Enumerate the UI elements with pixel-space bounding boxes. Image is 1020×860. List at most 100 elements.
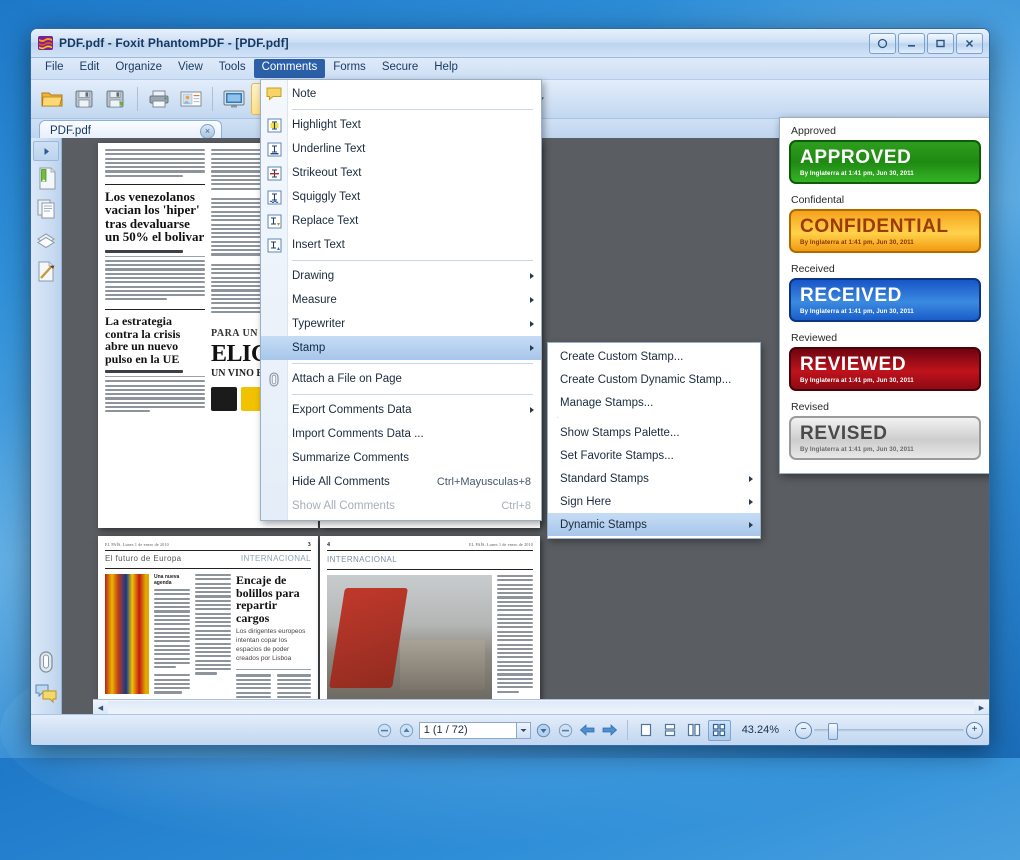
submenu-item-label: Standard Stamps <box>560 472 649 485</box>
menu-item-attach-file[interactable]: Attach a File on Page <box>261 367 541 391</box>
minimize-button[interactable] <box>898 32 925 54</box>
zoom-slider[interactable]: · − + <box>788 721 983 740</box>
last-page-icon[interactable] <box>556 721 575 740</box>
menu-item-stamp[interactable]: Stamp <box>261 336 541 360</box>
dynamic-stamp-approved[interactable]: Approved APPROVED By Inglaterra at 1:41 … <box>780 122 989 191</box>
page-dropdown-icon[interactable] <box>515 722 530 738</box>
subhead-nueva-agenda: Una nueva agenda <box>154 574 180 586</box>
stamp-preview[interactable]: RECEIVED By Inglaterra at 1:41 pm, Jun 3… <box>789 278 981 322</box>
zoom-dot-icon: · <box>788 725 791 735</box>
menu-item-squiggly-text[interactable]: Squiggly Text <box>261 185 541 209</box>
menu-item-label: Typewriter <box>292 318 346 330</box>
sidebar-item-layers[interactable] <box>33 226 59 254</box>
first-page-icon[interactable] <box>375 721 394 740</box>
sidebar-item-attachments[interactable] <box>33 648 59 676</box>
menu-comments[interactable]: Comments <box>253 59 326 78</box>
submenu-item-sign-here[interactable]: Sign Here <box>548 490 760 513</box>
submenu-item-set-favorite-stamps[interactable]: Set Favorite Stamps... <box>548 444 760 467</box>
statusbar-separator <box>626 720 628 740</box>
maximize-button[interactable] <box>927 32 954 54</box>
email-icon[interactable] <box>176 84 206 114</box>
menu-item-highlight-text[interactable]: Highlight Text <box>261 113 541 137</box>
menu-item-summarize-comments[interactable]: Summarize Comments <box>261 446 541 470</box>
save-as-icon[interactable] <box>101 84 131 114</box>
menu-item-export-comments-data[interactable]: Export Comments Data <box>261 398 541 422</box>
submenu-item-standard-stamps[interactable]: Standard Stamps <box>548 467 760 490</box>
menu-secure[interactable]: Secure <box>374 59 426 78</box>
horizontal-scrollbar[interactable]: ◀ ▶ <box>93 699 989 715</box>
stamp-preview[interactable]: REVIEWED By Inglaterra at 1:41 pm, Jun 3… <box>789 347 981 391</box>
submenu-item-create-custom-dynamic-stamp[interactable]: Create Custom Dynamic Stamp... <box>548 368 760 391</box>
zoom-out-button[interactable]: − <box>795 721 812 739</box>
print-icon[interactable] <box>144 84 174 114</box>
previous-page-icon[interactable] <box>397 721 416 740</box>
menu-item-hide-all-comments[interactable]: Hide All Comments Ctrl+Mayusculas+8 <box>261 470 541 494</box>
menu-forms[interactable]: Forms <box>325 59 374 78</box>
stamp-preview[interactable]: APPROVED By Inglaterra at 1:41 pm, Jun 3… <box>789 140 981 184</box>
menu-item-measure[interactable]: Measure <box>261 288 541 312</box>
back-arrow-icon[interactable] <box>578 721 597 740</box>
help-button[interactable] <box>869 32 896 54</box>
submenu-item-label: Dynamic Stamps <box>560 518 647 531</box>
menu-help[interactable]: Help <box>426 59 466 78</box>
menu-organize[interactable]: Organize <box>107 59 170 78</box>
stamp-preview[interactable]: REVISED By Inglaterra at 1:41 pm, Jun 30… <box>789 416 981 460</box>
forward-arrow-icon[interactable] <box>600 721 619 740</box>
menu-item-drawing[interactable]: Drawing <box>261 264 541 288</box>
window-controls <box>869 32 985 54</box>
facing-view-button[interactable] <box>684 721 705 740</box>
continuous-facing-view-button[interactable] <box>707 719 731 741</box>
menu-file[interactable]: File <box>37 59 72 78</box>
submenu-item-create-custom-stamp[interactable]: Create Custom Stamp... <box>548 345 760 368</box>
single-page-view-button[interactable] <box>636 721 657 740</box>
menu-separator <box>292 109 533 110</box>
stamp-preview[interactable]: CONFIDENTIAL By Inglaterra at 1:41 pm, J… <box>789 209 981 253</box>
open-folder-icon[interactable] <box>37 84 67 114</box>
menu-item-insert-text[interactable]: Insert Text <box>261 233 541 257</box>
menu-separator <box>292 363 533 364</box>
next-page-icon[interactable] <box>534 721 553 740</box>
snapshot-icon[interactable] <box>219 84 249 114</box>
submenu-item-manage-stamps[interactable]: Manage Stamps... <box>548 391 760 414</box>
menu-tools[interactable]: Tools <box>211 59 254 78</box>
sidebar-item-signatures[interactable] <box>33 257 59 285</box>
menu-view[interactable]: View <box>170 59 211 78</box>
menu-item-typewriter[interactable]: Typewriter <box>261 312 541 336</box>
menu-item-note[interactable]: Note <box>261 82 541 106</box>
headline-venezolanos: Los venezolanos vacian los 'hiper' tras … <box>105 188 205 245</box>
sidebar-item-pages[interactable] <box>33 195 59 223</box>
close-tab-icon[interactable]: × <box>200 123 215 139</box>
sidebar-item-bookmarks[interactable] <box>33 164 59 192</box>
scroll-right-icon[interactable]: ▶ <box>974 700 989 715</box>
submenu-arrow-icon <box>749 521 753 528</box>
menu-item-underline-text[interactable]: Underline Text <box>261 137 541 161</box>
dynamic-stamp-revised[interactable]: Revised REVISED By Inglaterra at 1:41 pm… <box>780 398 989 467</box>
stamp-text: CONFIDENTIAL <box>800 215 949 237</box>
save-icon[interactable] <box>69 84 99 114</box>
menu-item-replace-text[interactable]: Replace Text <box>261 209 541 233</box>
stamp-text: APPROVED <box>800 146 912 168</box>
stamp-text: REVIEWED <box>800 353 907 375</box>
sidebar-item-expand-panel[interactable] <box>33 141 59 161</box>
toolbar-separator <box>212 87 213 111</box>
menu-item-shortcut: Ctrl+8 <box>501 500 531 512</box>
close-button[interactable] <box>956 32 983 54</box>
menu-item-import-comments-data[interactable]: Import Comments Data ... <box>261 422 541 446</box>
sidebar-item-comments[interactable] <box>33 679 59 707</box>
underline-icon <box>265 140 283 158</box>
continuous-view-button[interactable] <box>660 721 681 740</box>
menu-item-label: Summarize Comments <box>292 452 409 464</box>
dynamic-stamp-confidential[interactable]: Confidental CONFIDENTIAL By Inglaterra a… <box>780 191 989 260</box>
dynamic-stamp-received[interactable]: Received RECEIVED By Inglaterra at 1:41 … <box>780 260 989 329</box>
scroll-left-icon[interactable]: ◀ <box>93 700 108 715</box>
zoom-slider-track[interactable] <box>814 722 964 740</box>
submenu-item-dynamic-stamps[interactable]: Dynamic Stamps <box>548 513 760 536</box>
zoom-slider-thumb[interactable] <box>828 722 838 740</box>
scrollbar-track[interactable] <box>108 701 974 714</box>
submenu-item-show-stamps-palette[interactable]: Show Stamps Palette... <box>548 421 760 444</box>
menu-edit[interactable]: Edit <box>72 59 108 78</box>
zoom-in-button[interactable]: + <box>966 721 983 739</box>
page-number-input[interactable]: 1 (1 / 72) <box>418 721 531 739</box>
dynamic-stamp-reviewed[interactable]: Reviewed REVIEWED By Inglaterra at 1:41 … <box>780 329 989 398</box>
menu-item-strikeout-text[interactable]: Strikeout Text <box>261 161 541 185</box>
